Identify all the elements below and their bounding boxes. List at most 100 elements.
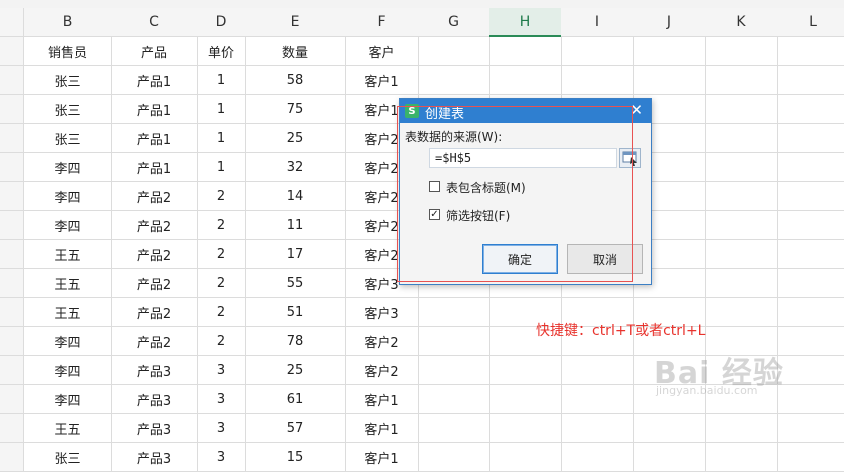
cell-e[interactable]: 15	[245, 443, 346, 472]
cell-b[interactable]: 王五	[24, 414, 112, 443]
cell-d[interactable]: 1	[197, 124, 246, 153]
cell-e[interactable]: 57	[245, 414, 346, 443]
cell-c[interactable]: 产品2	[111, 211, 198, 240]
cancel-button[interactable]: 取消	[567, 244, 643, 274]
cell-e[interactable]: 78	[245, 327, 346, 356]
cell-l[interactable]	[777, 443, 844, 472]
cell-b[interactable]: 张三	[24, 443, 112, 472]
cell-l[interactable]	[777, 269, 844, 298]
row-header-corner[interactable]	[0, 8, 24, 37]
cell-j[interactable]	[633, 443, 706, 472]
close-icon[interactable]: ✕	[630, 101, 643, 119]
cell-i[interactable]	[561, 356, 634, 385]
dialog-titlebar[interactable]: S 创建表 ✕	[400, 99, 651, 123]
column-header-i[interactable]: I	[561, 8, 634, 37]
cell-f[interactable]: 客户1	[345, 66, 419, 95]
cell-k[interactable]	[705, 37, 778, 66]
cell-g[interactable]	[418, 443, 490, 472]
row-header[interactable]	[0, 153, 24, 182]
cell-c[interactable]: 产品2	[111, 240, 198, 269]
cell-c[interactable]: 产品3	[111, 443, 198, 472]
column-header-d[interactable]: D	[197, 8, 246, 37]
row-header[interactable]	[0, 269, 24, 298]
cell-h[interactable]	[489, 385, 562, 414]
cell-j[interactable]	[633, 37, 706, 66]
filter-button-checkbox[interactable]: ✓	[429, 209, 440, 220]
cell-k[interactable]	[705, 414, 778, 443]
cell-e[interactable]: 17	[245, 240, 346, 269]
cell-e[interactable]: 58	[245, 66, 346, 95]
cell-e[interactable]: 32	[245, 153, 346, 182]
cell-g[interactable]	[418, 356, 490, 385]
row-header[interactable]	[0, 37, 24, 66]
cell-d[interactable]: 2	[197, 327, 246, 356]
cell-g[interactable]	[418, 414, 490, 443]
cell-k[interactable]	[705, 443, 778, 472]
cell-d[interactable]: 3	[197, 385, 246, 414]
cell-b[interactable]: 李四	[24, 211, 112, 240]
cell-c[interactable]: 产品1	[111, 95, 198, 124]
cell-b[interactable]: 李四	[24, 385, 112, 414]
cell-b[interactable]: 张三	[24, 95, 112, 124]
cell-l[interactable]	[777, 211, 844, 240]
cell-b[interactable]: 李四	[24, 356, 112, 385]
column-header-e[interactable]: E	[245, 8, 346, 37]
cell-g[interactable]	[418, 37, 490, 66]
cell-h[interactable]	[489, 443, 562, 472]
cell-k[interactable]	[705, 124, 778, 153]
column-header-k[interactable]: K	[705, 8, 778, 37]
cell-k[interactable]	[705, 298, 778, 327]
row-header[interactable]	[0, 66, 24, 95]
column-header-f[interactable]: F	[345, 8, 419, 37]
cell-j[interactable]	[633, 414, 706, 443]
cell-l[interactable]	[777, 240, 844, 269]
cell-j[interactable]	[633, 66, 706, 95]
column-header-h[interactable]: H	[489, 8, 562, 37]
cell-d[interactable]: 2	[197, 298, 246, 327]
cell-l[interactable]	[777, 414, 844, 443]
cell-l[interactable]	[777, 153, 844, 182]
column-header-b[interactable]: B	[24, 8, 112, 37]
cell-b[interactable]: 王五	[24, 269, 112, 298]
cell-d[interactable]: 2	[197, 182, 246, 211]
cell-l[interactable]	[777, 182, 844, 211]
cell-d[interactable]: 单价	[197, 37, 246, 66]
cell-e[interactable]: 25	[245, 124, 346, 153]
cell-f[interactable]: 客户1	[345, 414, 419, 443]
cell-l[interactable]	[777, 66, 844, 95]
cell-l[interactable]	[777, 37, 844, 66]
cell-l[interactable]	[777, 298, 844, 327]
row-header[interactable]	[0, 356, 24, 385]
column-header-j[interactable]: J	[633, 8, 706, 37]
cell-h[interactable]	[489, 37, 562, 66]
column-header-g[interactable]: G	[418, 8, 490, 37]
row-header[interactable]	[0, 95, 24, 124]
cell-b[interactable]: 王五	[24, 298, 112, 327]
row-header[interactable]	[0, 182, 24, 211]
cell-e[interactable]: 11	[245, 211, 346, 240]
cell-e[interactable]: 25	[245, 356, 346, 385]
cell-d[interactable]: 3	[197, 443, 246, 472]
cell-d[interactable]: 3	[197, 356, 246, 385]
cell-c[interactable]: 产品2	[111, 269, 198, 298]
cell-f[interactable]: 客户	[345, 37, 419, 66]
cell-d[interactable]: 2	[197, 240, 246, 269]
cell-b[interactable]: 李四	[24, 327, 112, 356]
cell-d[interactable]: 1	[197, 66, 246, 95]
cell-f[interactable]: 客户2	[345, 356, 419, 385]
cell-c[interactable]: 产品1	[111, 153, 198, 182]
cell-k[interactable]	[705, 182, 778, 211]
range-picker-button[interactable]	[619, 148, 641, 168]
cell-c[interactable]: 产品3	[111, 356, 198, 385]
cell-b[interactable]: 李四	[24, 153, 112, 182]
cell-i[interactable]	[561, 414, 634, 443]
cell-b[interactable]: 张三	[24, 124, 112, 153]
cell-f[interactable]: 客户3	[345, 298, 419, 327]
cell-h[interactable]	[489, 356, 562, 385]
cell-e[interactable]: 51	[245, 298, 346, 327]
cell-b[interactable]: 张三	[24, 66, 112, 95]
cell-c[interactable]: 产品1	[111, 124, 198, 153]
row-header[interactable]	[0, 298, 24, 327]
cell-e[interactable]: 61	[245, 385, 346, 414]
cell-h[interactable]	[489, 414, 562, 443]
